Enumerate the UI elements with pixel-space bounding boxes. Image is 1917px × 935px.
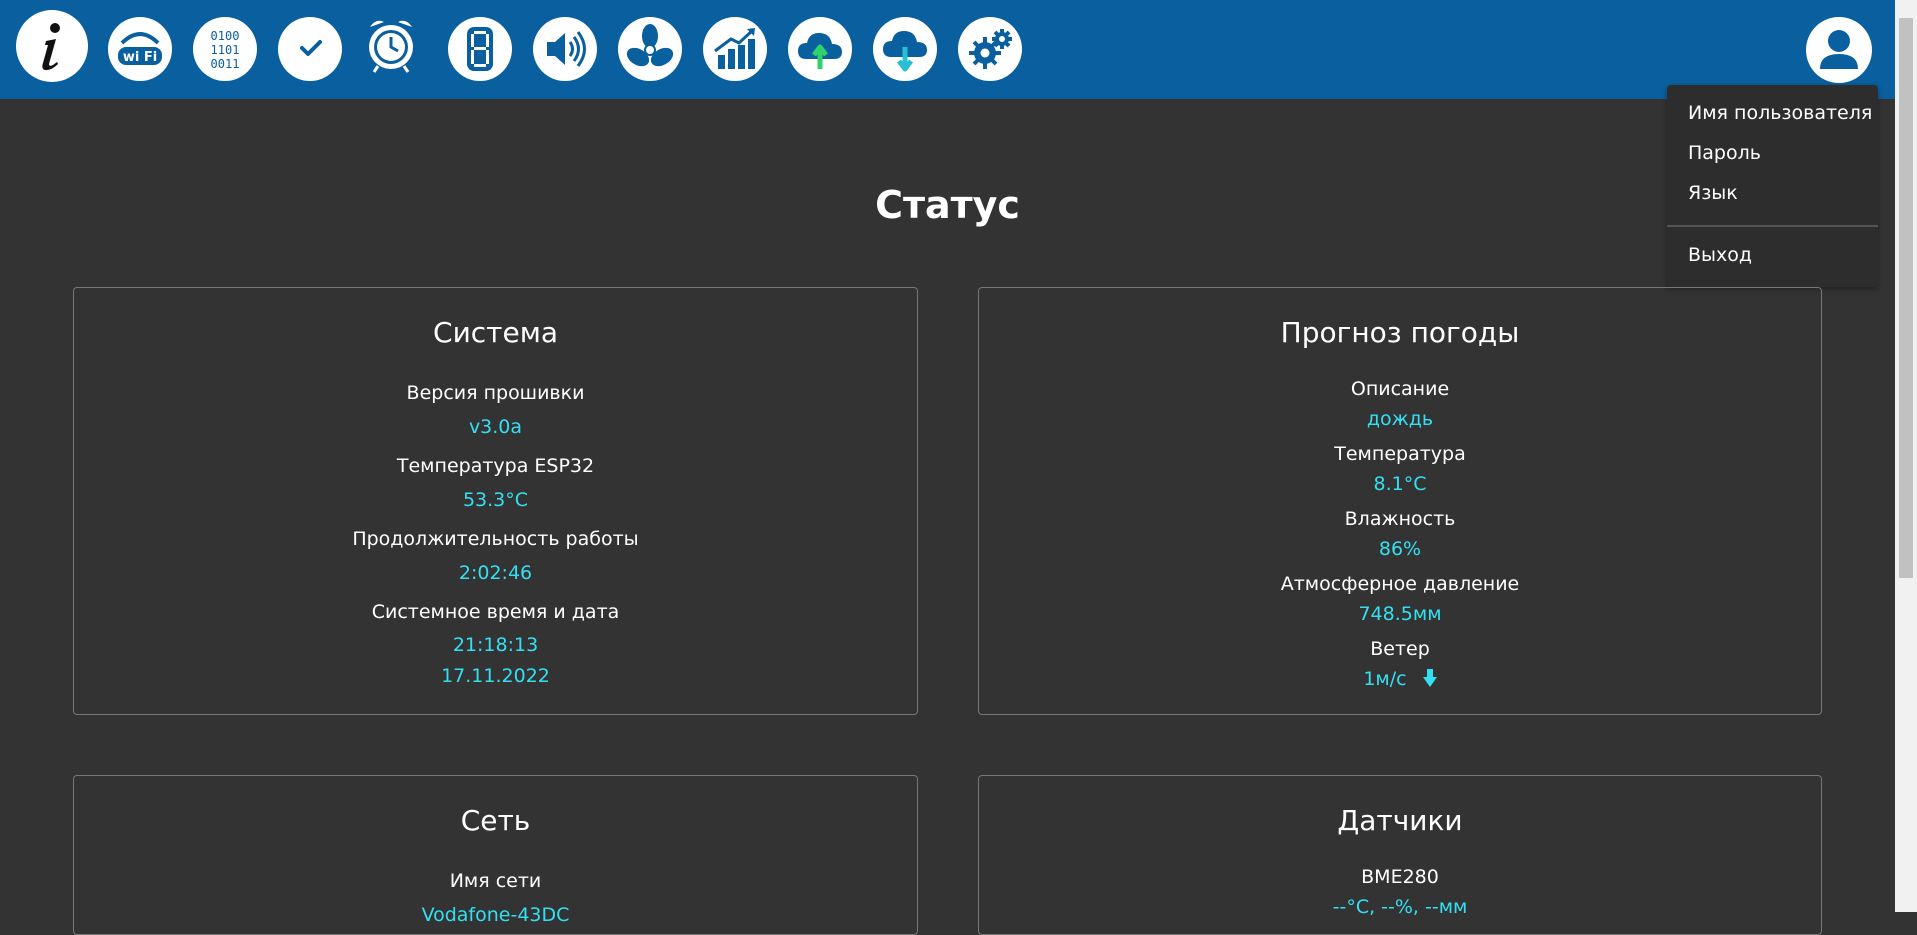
speaker-icon[interactable]	[533, 17, 597, 81]
settings-gears-icon[interactable]	[958, 17, 1022, 81]
date-value: 17.11.2022	[441, 665, 550, 687]
system-card-title: Система	[433, 316, 558, 349]
description-label: Описание	[1350, 378, 1450, 400]
wind-value: 1м/с	[1363, 668, 1407, 690]
arrow-down-icon	[1422, 669, 1437, 687]
description-value: дождь	[1366, 408, 1434, 430]
wifi-icon[interactable]: wi Fi	[108, 17, 172, 81]
firmware-label: Версия прошивки	[406, 382, 585, 404]
chart-icon[interactable]	[703, 17, 767, 81]
datetime-label: Системное время и дата	[371, 601, 620, 623]
binary-row: 0011	[211, 57, 240, 71]
alarm-clock-icon[interactable]	[358, 10, 424, 76]
user-menu-button[interactable]	[1806, 17, 1872, 83]
ssid-label: Имя сети	[449, 870, 542, 892]
humidity-value: 86%	[1378, 538, 1422, 560]
esp-temp-value: 53.3°C	[462, 489, 529, 511]
binary-row: 0100	[211, 29, 240, 43]
menu-item-password[interactable]: Пароль	[1688, 142, 1761, 164]
info-icon[interactable]	[16, 10, 88, 82]
seven-segment-display-icon[interactable]	[448, 17, 512, 81]
cloud-download-icon[interactable]	[873, 17, 937, 81]
temperature-label: Температура	[1334, 443, 1466, 465]
network-card: Сеть Имя сети Vodafone-43DC	[73, 775, 918, 935]
pressure-value: 748.5мм	[1358, 603, 1442, 625]
bme280-label: BME280	[1361, 866, 1439, 888]
menu-item-username[interactable]: Имя пользователя	[1688, 102, 1872, 124]
wind-label: Ветер	[1370, 638, 1430, 660]
sensors-card: Датчики BME280 --°C, --%, --мм	[978, 775, 1822, 935]
weather-card: Прогноз погоды Описание дождь Температур…	[978, 287, 1822, 715]
uptime-label: Продолжительность работы	[352, 528, 639, 550]
pressure-label: Атмосферное давление	[1280, 573, 1520, 595]
user-icon	[1820, 30, 1858, 69]
binary-icon[interactable]: 0100 1101 0011	[193, 17, 257, 81]
scrollbar[interactable]	[1895, 0, 1917, 912]
binary-row: 1101	[211, 43, 240, 57]
menu-item-logout[interactable]: Выход	[1688, 244, 1752, 266]
bme280-value: --°C, --%, --мм	[1332, 896, 1468, 918]
temperature-value: 8.1°C	[1373, 473, 1427, 495]
firmware-value: v3.0a	[468, 416, 523, 438]
cloud-upload-icon[interactable]	[788, 17, 852, 81]
checkmark-icon[interactable]	[278, 17, 342, 81]
esp-temp-label: Температура ESP32	[396, 455, 595, 477]
wifi-label: wi Fi	[123, 50, 157, 65]
system-card: Система Версия прошивки v3.0a Температур…	[73, 287, 918, 715]
sensors-card-title: Датчики	[1337, 804, 1463, 837]
fan-icon[interactable]	[618, 17, 682, 81]
page-title: Статус	[875, 183, 1020, 227]
weather-card-title: Прогноз погоды	[1280, 316, 1520, 349]
wind-value-row: 1м/с	[979, 666, 1821, 692]
uptime-value: 2:02:46	[458, 562, 533, 584]
humidity-label: Влажность	[1344, 508, 1456, 530]
time-value: 21:18:13	[452, 634, 539, 656]
network-card-title: Сеть	[460, 804, 531, 837]
ssid-value: Vodafone-43DC	[421, 904, 570, 926]
scrollbar-thumb[interactable]	[1899, 18, 1913, 578]
top-nav-bar: wi Fi 0100 1101 0011	[0, 0, 1917, 99]
